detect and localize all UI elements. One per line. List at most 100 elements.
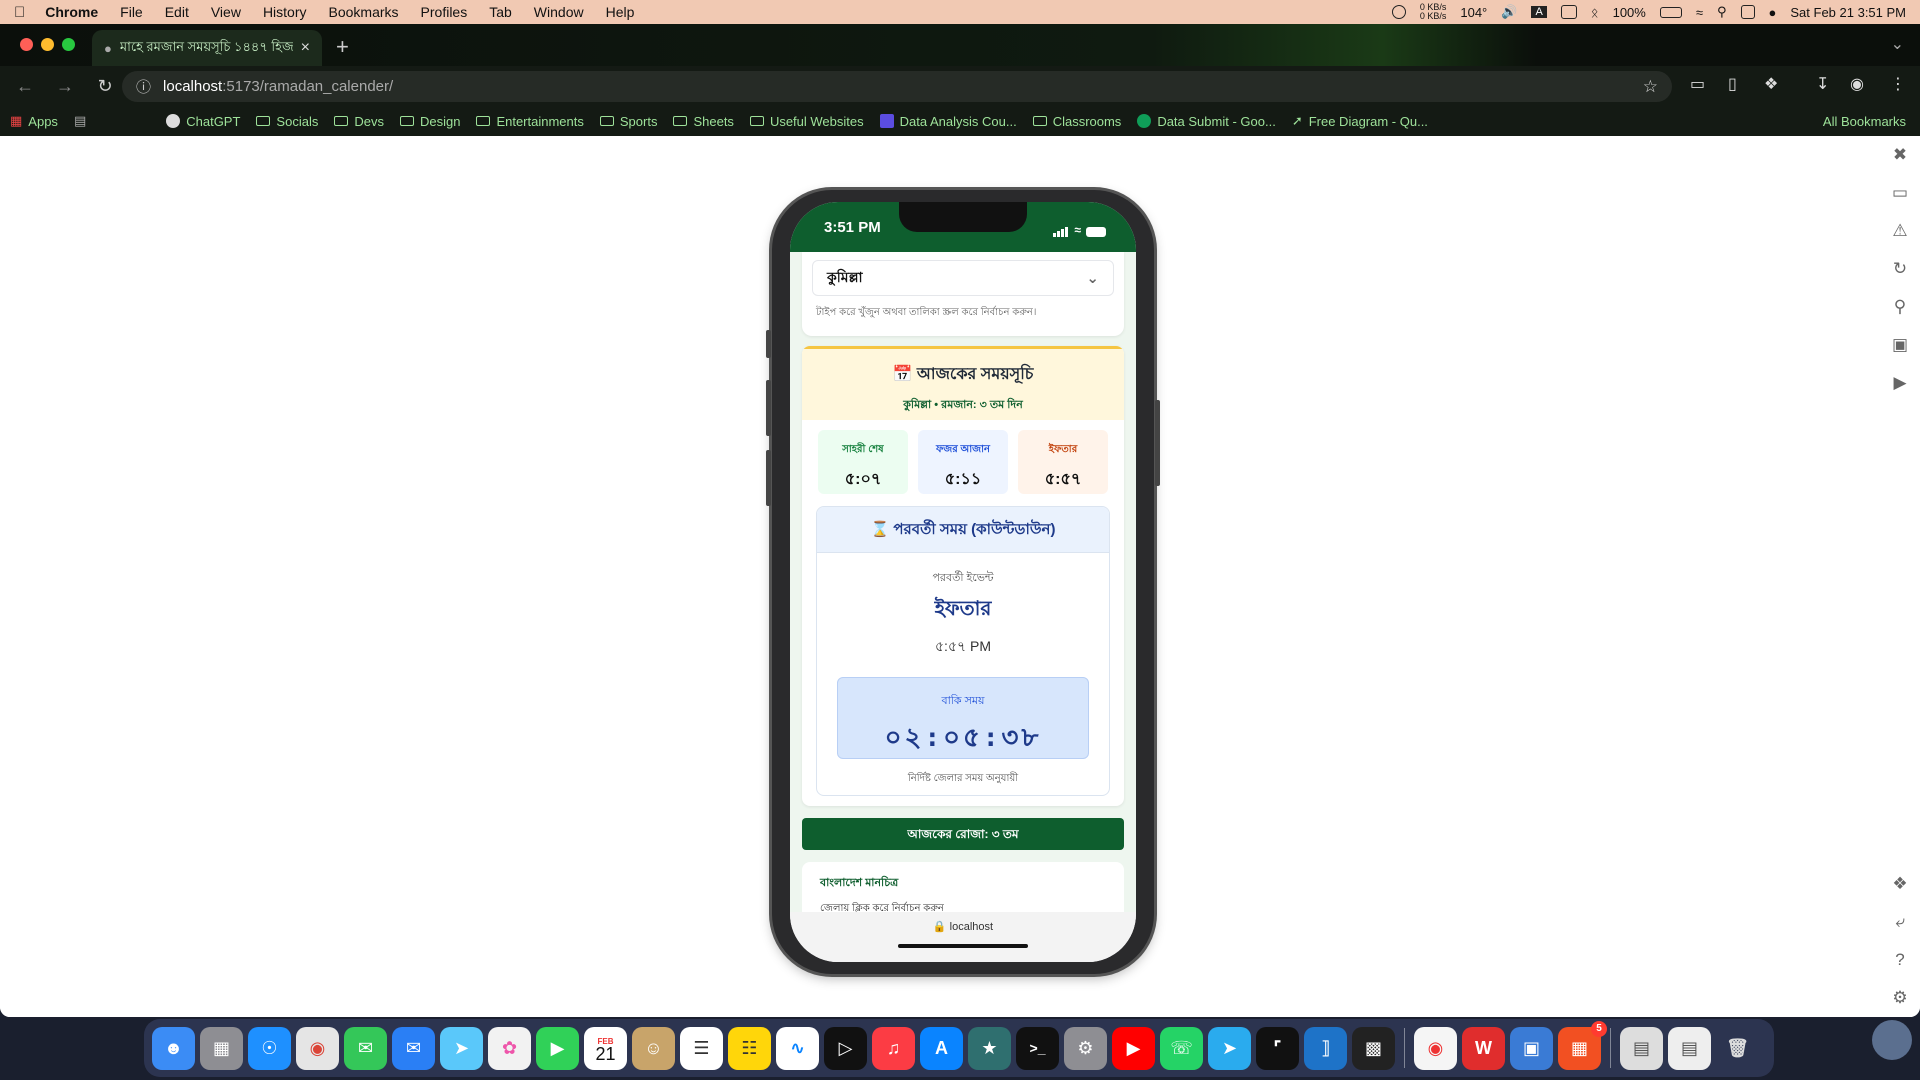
reminders-icon[interactable]: ☰ [680,1026,723,1070]
bookmark-devs[interactable]: Devs [334,114,384,129]
microsoft-office-icon[interactable]: ▦ 5 [1558,1020,1607,1070]
terminal-icon[interactable]: >_ [1016,1026,1059,1070]
input-source-icon[interactable]: A [1531,6,1547,18]
maps-icon[interactable]: ➤ [440,1026,483,1070]
active-tab[interactable]: ● মাহে রমজান সময়সূচি ১৪৪৭ হিজ × [92,30,322,66]
forward-button[interactable]: → [54,76,76,97]
user-avatar[interactable] [1872,1020,1912,1060]
bookmark-star-icon[interactable]: ☆ [1643,77,1658,97]
address-bar[interactable]: ⓘ localhost:5173/ramadan_calender/ ☆ [122,71,1672,102]
camera-icon[interactable]: ▣ [1892,326,1908,364]
reload-button[interactable]: ↻ [94,76,116,97]
volume-icon[interactable]: 🔊 [1501,4,1517,20]
menu-edit[interactable]: Edit [165,4,189,20]
trash-icon[interactable]: 🗑 [1716,1027,1759,1070]
system-settings-icon[interactable]: ⚙ [1064,1026,1107,1070]
appstore-icon[interactable]: A [920,1026,963,1070]
record-icon[interactable] [1391,5,1406,19]
bookmark-design[interactable]: Design [399,114,460,129]
messages-icon[interactable]: ✉ [344,1026,387,1070]
vscode-icon[interactable]: ⟧ [1304,1026,1347,1070]
puzzle-icon[interactable]: ❖ [1892,865,1907,903]
finder-icon[interactable]: ☻ [152,1026,195,1070]
menu-view[interactable]: View [211,4,241,20]
downloads-icon[interactable]: ↧ [1816,74,1829,94]
close-icon[interactable]: ✖ [1893,136,1907,174]
spotlight-icon[interactable]: ⚲ [1717,4,1727,20]
bookmark-sports[interactable]: Sports [599,114,657,129]
safari-icon[interactable]: ☉ [248,1026,291,1070]
menu-profiles[interactable]: Profiles [421,4,468,20]
documents-stack-icon[interactable]: ▤ [1668,1026,1711,1070]
calendar-icon[interactable]: FEB 21 [584,1026,627,1070]
bookmark-useful-websites[interactable]: Useful Websites [749,114,864,129]
bookmark-chatgpt[interactable]: ChatGPT [166,114,240,129]
extensions-icon[interactable]: ❖ [1764,74,1778,94]
tab-groups-icon[interactable]: ▤ [74,113,86,129]
tab-search-icon[interactable]: ⌄ [1891,34,1904,54]
launchpad-icon[interactable]: ▦ [200,1026,243,1070]
new-tab-button[interactable]: + [336,34,349,60]
share-icon[interactable]: ⤶ [1895,903,1905,941]
menu-history[interactable]: History [263,4,307,20]
device-toolbar-icon[interactable]: ▯ [1728,74,1737,94]
control-center-icon[interactable] [1740,5,1755,19]
freeform-icon[interactable]: ∿ [776,1026,819,1070]
contacts-icon[interactable]: ☺ [632,1026,675,1070]
wifi-icon[interactable]: ≈ [1696,5,1703,20]
video-icon[interactable]: ▶ [1893,364,1906,402]
bookmark-sheets[interactable]: Sheets [673,114,734,129]
photos-icon[interactable]: ✿ [488,1026,531,1070]
chrome-menu-icon[interactable]: ⋮ [1890,74,1906,94]
pdf-reader-icon[interactable]: ◉ [1414,1026,1457,1070]
bluetooth-icon[interactable]: ᛟ [1591,5,1599,20]
bookmark-socials[interactable]: Socials [256,114,318,129]
zoom-icon[interactable]: ⚲ [1894,288,1906,326]
profile-avatar-icon[interactable]: ◉ [1850,74,1864,94]
alert-icon[interactable]: ⚠ [1892,212,1907,250]
zoom-window-button[interactable] [62,38,75,51]
menu-file[interactable]: File [120,4,143,20]
bookmark-data-submit[interactable]: Data Submit - Goo... [1137,114,1276,129]
settings-icon[interactable]: ⚙ [1892,979,1907,1017]
menu-window[interactable]: Window [534,4,584,20]
airdrop-icon[interactable]: ⌜ [1256,1026,1299,1070]
activity-monitor-icon[interactable]: ▩ [1352,1026,1395,1070]
menu-app[interactable]: Chrome [45,4,98,20]
mail-icon[interactable]: ✉ [392,1026,435,1070]
bangladesh-map-card[interactable]: বাংলাদেশ মানচিত্র জেলায় ক্লিক করে নির্ব… [802,862,1124,912]
preview-icon[interactable]: ▣ [1510,1026,1553,1070]
all-bookmarks[interactable]: All Bookmarks [1817,114,1906,129]
devices-icon[interactable]: ▭ [1892,174,1908,212]
close-window-button[interactable] [20,38,33,51]
menu-tab[interactable]: Tab [489,4,512,20]
menu-bookmarks[interactable]: Bookmarks [329,4,399,20]
safari-address-bar[interactable]: 🔒 localhost [790,912,1136,962]
facetime-icon[interactable]: ▶ [536,1026,579,1070]
close-tab-icon[interactable]: × [301,39,310,57]
telegram-icon[interactable]: ➤ [1208,1026,1251,1070]
menu-help[interactable]: Help [606,4,635,20]
back-button[interactable]: ← [14,76,36,97]
apple-menu-icon[interactable]:  [14,4,25,21]
bookmark-free-diagram[interactable]: ➚ Free Diagram - Qu... [1292,113,1428,129]
minimize-window-button[interactable] [41,38,54,51]
appletv-icon[interactable]: ▷ [824,1026,867,1070]
bookmark-classrooms[interactable]: Classrooms [1032,114,1121,129]
display-icon[interactable] [1560,5,1577,19]
whatsapp-icon[interactable]: ☏ [1160,1026,1203,1070]
bookmark-data-analysis[interactable]: Data Analysis Cou... [879,114,1017,129]
music-icon[interactable]: ♫ [872,1026,915,1070]
clock[interactable]: Sat Feb 21 3:51 PM [1790,5,1906,20]
notes-icon[interactable]: ☷ [728,1026,771,1070]
youtube-icon[interactable]: ▶ [1112,1026,1155,1070]
district-select[interactable]: কুমিল্লা ⌄ [812,260,1114,296]
siri-icon[interactable]: ● [1769,5,1777,20]
battery-icon[interactable] [1659,6,1682,18]
bookmark-entertainments[interactable]: Entertainments [476,114,584,129]
chrome-icon[interactable]: ◉ [296,1026,339,1070]
downloads-stack-icon[interactable]: ▤ [1620,1026,1663,1070]
quran-app-icon[interactable]: ★ [968,1026,1011,1070]
site-info-icon[interactable]: ⓘ [136,76,151,97]
bookmark-apps[interactable]: ▦ Apps [10,113,58,129]
